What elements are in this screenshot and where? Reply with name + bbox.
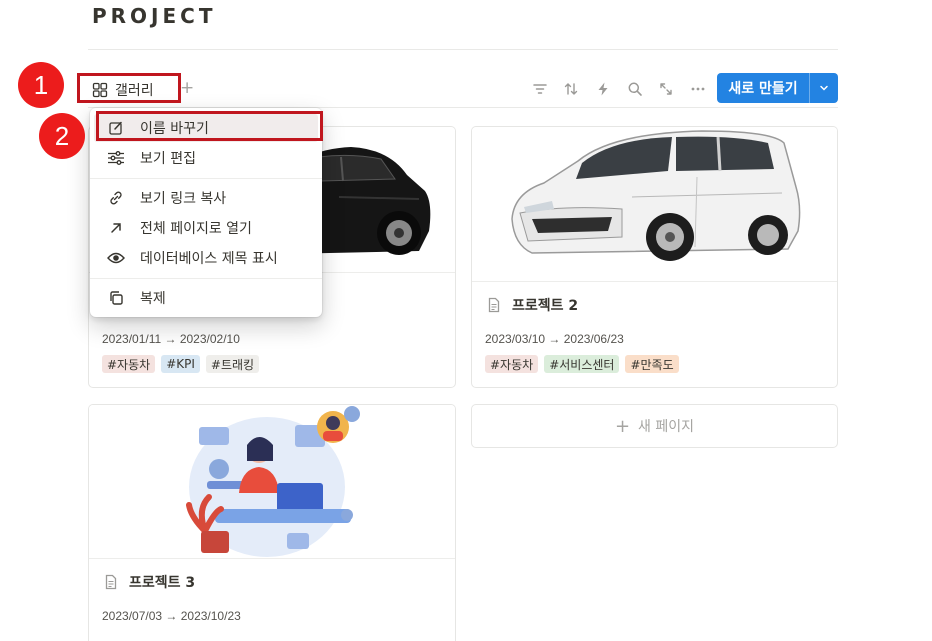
new-button-label: 새로 만들기 xyxy=(728,81,798,97)
duplicate-icon xyxy=(106,288,126,308)
sort-icon[interactable] xyxy=(562,80,580,98)
tag: #KPI xyxy=(161,355,200,373)
link-icon xyxy=(106,188,126,208)
card-dates: 2023/07/03 → 2023/10/23 xyxy=(102,609,241,623)
filter-icon[interactable] xyxy=(531,80,549,98)
tag: #자동차 xyxy=(102,355,156,373)
card-tags: #자동차 #서비스센터 #만족도 xyxy=(485,355,679,373)
chevron-down-icon[interactable] xyxy=(810,83,838,93)
eye-icon xyxy=(106,248,126,268)
card-title-text: 프로젝트 3 xyxy=(129,575,196,591)
plus-icon: + xyxy=(614,415,631,437)
gallery-card[interactable]: 프로젝트 3 2023/07/03 → 2023/10/23 xyxy=(88,404,456,641)
tag: #자동차 xyxy=(485,355,539,373)
menu-item-copy-link[interactable]: 보기 링크 복사 xyxy=(94,184,318,212)
card-tags: #자동차 #KPI #트래킹 xyxy=(102,355,260,373)
menu-item-edit-view[interactable]: 보기 편집 xyxy=(94,144,318,172)
annotation-highlight-tab xyxy=(77,73,181,103)
page-doc-icon xyxy=(105,574,117,590)
menu-item-label: 보기 링크 복사 xyxy=(140,191,227,207)
card-title[interactable]: 프로젝트 3 xyxy=(103,572,195,592)
new-page-label: 새 페이지 xyxy=(638,419,695,435)
menu-item-label: 데이터베이스 제목 표시 xyxy=(140,251,278,267)
expand-icon[interactable] xyxy=(657,80,675,98)
arrow-up-right-icon xyxy=(106,218,126,238)
menu-item-label: 전체 페이지로 열기 xyxy=(140,221,252,237)
more-icon[interactable] xyxy=(689,80,707,98)
menu-item-open-full-page[interactable]: 전체 페이지로 열기 xyxy=(94,214,318,242)
new-button[interactable]: 새로 만들기 xyxy=(717,73,838,103)
add-view-button[interactable]: + xyxy=(180,78,194,98)
card-cover-image xyxy=(472,127,837,282)
title-divider xyxy=(88,49,838,50)
annotation-step-1: 1 xyxy=(18,62,64,108)
card-dates: 2023/01/11 → 2023/02/10 xyxy=(102,332,240,346)
menu-divider xyxy=(90,178,322,179)
gallery-card[interactable]: 프로젝트 2 2023/03/10 → 2023/06/23 #자동차 #서비스… xyxy=(471,126,838,388)
menu-item-label: 보기 편집 xyxy=(140,151,196,167)
annotation-highlight-rename xyxy=(96,111,323,141)
menu-divider xyxy=(90,278,322,279)
card-dates: 2023/03/10 → 2023/06/23 xyxy=(485,332,624,346)
menu-item-show-db-title[interactable]: 데이터베이스 제목 표시 xyxy=(94,244,318,272)
card-title[interactable]: 프로젝트 2 xyxy=(486,295,578,315)
search-icon[interactable] xyxy=(626,80,644,98)
menu-item-label: 복제 xyxy=(140,291,166,307)
tag: #서비스센터 xyxy=(544,355,620,373)
automation-icon[interactable] xyxy=(594,80,612,98)
annotation-step-2: 2 xyxy=(39,113,85,159)
sliders-icon xyxy=(106,148,126,168)
tag: #트래킹 xyxy=(205,355,260,373)
page-title: PROJECT xyxy=(92,4,217,28)
card-cover-image xyxy=(89,405,455,559)
card-title-text: 프로젝트 2 xyxy=(512,298,579,314)
page-doc-icon xyxy=(488,297,500,313)
new-page-button[interactable]: + 새 페이지 xyxy=(471,404,838,448)
tag: #만족도 xyxy=(625,355,679,373)
menu-item-duplicate[interactable]: 복제 xyxy=(94,284,318,312)
